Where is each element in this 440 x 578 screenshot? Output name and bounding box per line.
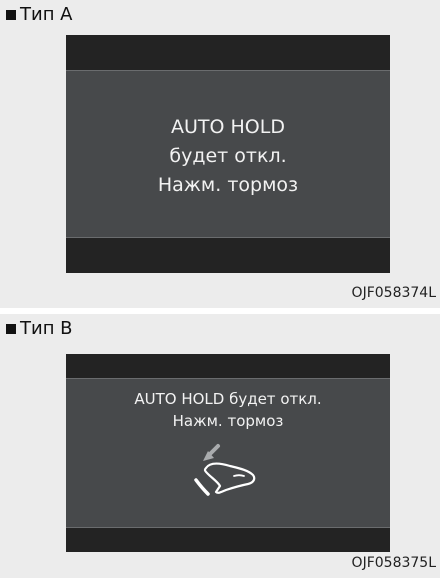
display-top-bar <box>66 354 390 378</box>
display-top-bar <box>66 35 390 70</box>
type-a-cluster-display: AUTO HOLD будет откл. Нажм. тормоз <box>66 35 390 273</box>
foot-on-brake-pedal-icon <box>194 444 256 496</box>
type-b-message-line-2: Нажм. тормоз <box>172 412 284 430</box>
type-b-label: Тип В <box>20 318 73 339</box>
foot-outline-icon <box>203 462 256 494</box>
type-b-warning-message: AUTO HOLD будет откл. Нажм. тормоз <box>66 388 390 432</box>
type-a-heading: Тип А <box>6 6 73 24</box>
display-bottom-bar <box>66 528 390 552</box>
brake-pedal-icon <box>194 478 210 496</box>
type-a-message-line-3: Нажм. тормоз <box>157 174 299 196</box>
type-a-warning-message: AUTO HOLD будет откл. Нажм. тормоз <box>66 113 390 200</box>
type-b-figure-code: OJF058375L <box>351 555 436 571</box>
type-b-message-line-1: AUTO HOLD будет откл. <box>134 390 322 408</box>
type-a-figure-code: OJF058374L <box>351 285 436 301</box>
square-bullet-icon <box>6 324 16 334</box>
display-bottom-bar <box>66 238 390 273</box>
press-arrow-icon <box>203 444 220 461</box>
type-b-heading: Тип В <box>6 320 73 338</box>
type-b-cluster-display: AUTO HOLD будет откл. Нажм. тормоз <box>66 354 390 552</box>
type-a-label: Тип А <box>20 4 73 25</box>
type-a-message-line-2: будет откл. <box>169 145 287 167</box>
display-top-divider <box>66 378 390 379</box>
type-a-message-line-1: AUTO HOLD <box>171 116 285 138</box>
square-bullet-icon <box>6 10 16 20</box>
type-a-panel: Тип А AUTO HOLD будет откл. Нажм. тормоз… <box>0 0 440 308</box>
type-b-panel: Тип В AUTO HOLD будет откл. Нажм. тормоз… <box>0 314 440 578</box>
display-top-divider <box>66 70 390 71</box>
